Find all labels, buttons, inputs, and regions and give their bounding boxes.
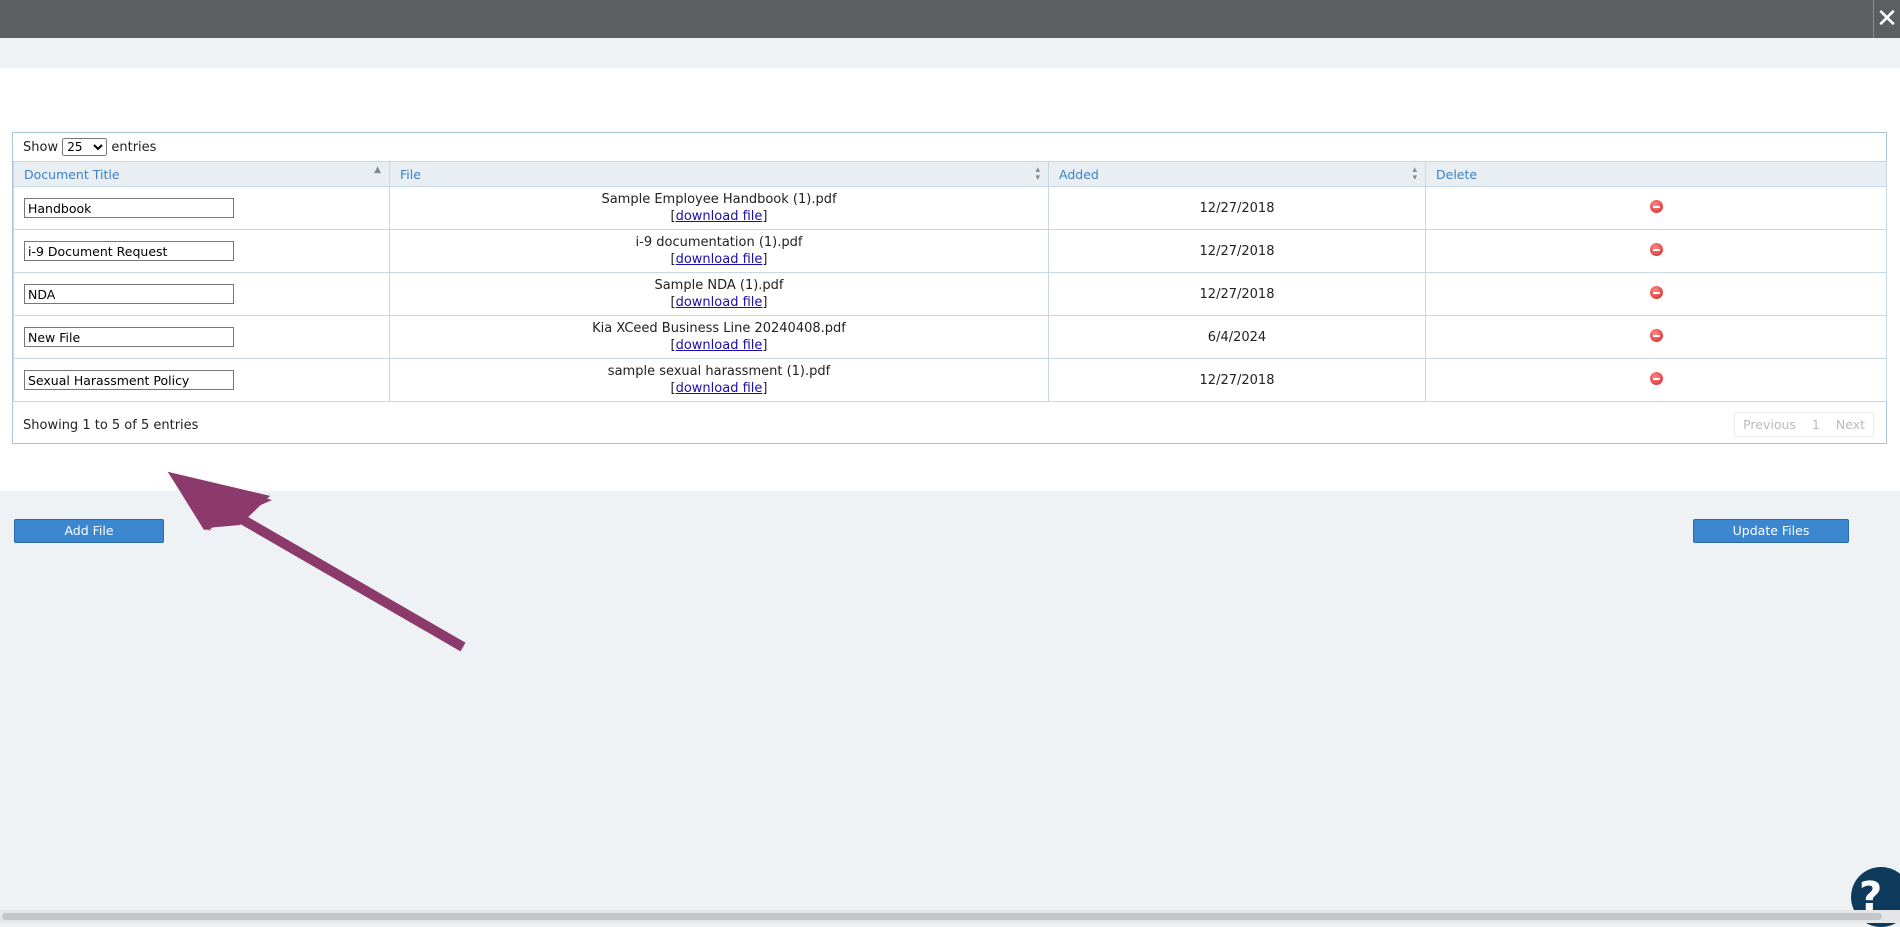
download-file-link[interactable]: download file — [676, 381, 763, 396]
header-added[interactable]: Added ▴ ▾ — [1048, 161, 1426, 187]
sort-both-icon: ▴ ▾ — [1035, 165, 1040, 183]
table-row: Kia XCeed Business Line 20240408.pdf[dow… — [13, 315, 1887, 359]
delete-icon[interactable] — [1649, 242, 1663, 256]
added-date: 12/27/2018 — [1048, 229, 1426, 273]
update-files-button[interactable]: Update Files — [1693, 519, 1849, 543]
page-number-button[interactable]: 1 — [1804, 413, 1828, 436]
entries-per-page-select[interactable]: 10 25 50 100 — [62, 138, 108, 156]
documents-panel: Show 10 25 50 100 entries Document Title… — [0, 68, 1900, 543]
window-titlebar: ✕ — [0, 0, 1900, 38]
scrollbar-thumb[interactable] — [2, 913, 1882, 920]
document-title-input[interactable] — [24, 327, 234, 347]
file-name: Sample NDA (1).pdf — [654, 278, 784, 293]
table-row: i-9 documentation (1).pdf[download file]… — [13, 229, 1887, 273]
header-delete: Delete — [1425, 161, 1887, 187]
entries-label: entries — [111, 140, 157, 155]
document-title-input[interactable] — [24, 198, 234, 218]
table-row: Sample Employee Handbook (1).pdf[downloa… — [13, 186, 1887, 230]
added-date: 12/27/2018 — [1048, 358, 1426, 402]
added-date: 6/4/2024 — [1048, 315, 1426, 359]
next-page-button[interactable]: Next — [1828, 413, 1873, 436]
table-header-row: Document Title ▲ File ▴ ▾ Added ▴ ▾ Delete — [13, 161, 1887, 187]
document-title-input[interactable] — [24, 284, 234, 304]
table-row: Sample NDA (1).pdf[download file] 12/27/… — [13, 272, 1887, 316]
added-date: 12/27/2018 — [1048, 272, 1426, 316]
document-title-input[interactable] — [24, 370, 234, 390]
header-document-title[interactable]: Document Title ▲ — [13, 161, 390, 187]
table-row: sample sexual harassment (1).pdf[downloa… — [13, 358, 1887, 402]
download-file-link[interactable]: download file — [676, 252, 763, 267]
delete-icon[interactable] — [1649, 199, 1663, 213]
previous-page-button[interactable]: Previous — [1735, 413, 1804, 436]
download-file-link[interactable]: download file — [676, 338, 763, 353]
table-info: Showing 1 to 5 of 5 entries — [23, 418, 199, 433]
file-name: Sample Employee Handbook (1).pdf — [601, 192, 837, 207]
delete-icon[interactable] — [1649, 371, 1663, 385]
file-name: i-9 documentation (1).pdf — [635, 235, 803, 250]
documents-table: Document Title▲ File▴▾ Added▴▾ Delete Sa… — [13, 161, 1887, 402]
documents-table-wrapper: Show 10 25 50 100 entries Document Title… — [12, 132, 1887, 444]
horizontal-scrollbar[interactable] — [0, 910, 1900, 923]
sort-ascending-icon: ▲ — [374, 165, 381, 175]
length-menu: Show 10 25 50 100 entries — [23, 138, 156, 156]
sort-both-icon: ▴ ▾ — [1412, 165, 1417, 183]
file-name: Kia XCeed Business Line 20240408.pdf — [592, 321, 846, 336]
download-file-link[interactable]: download file — [676, 295, 763, 310]
delete-icon[interactable] — [1649, 285, 1663, 299]
download-file-link[interactable]: download file — [676, 209, 763, 224]
document-title-input[interactable] — [24, 241, 234, 261]
header-file[interactable]: File ▴ ▾ — [389, 161, 1049, 187]
add-file-button[interactable]: Add File — [14, 519, 164, 543]
show-label: Show — [23, 140, 59, 155]
pagination: Previous 1 Next — [1734, 412, 1874, 437]
added-date: 12/27/2018 — [1048, 186, 1426, 230]
delete-icon[interactable] — [1649, 328, 1663, 342]
file-name: sample sexual harassment (1).pdf — [607, 364, 831, 379]
close-icon[interactable]: ✕ — [1873, 0, 1900, 38]
